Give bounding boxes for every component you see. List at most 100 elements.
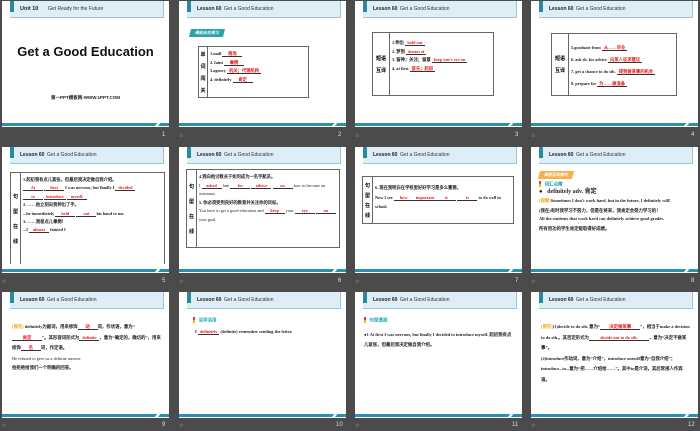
slide-thumbnail-6[interactable]: Lesson 60 Get a Good Education 句型在线 4.我向他…	[179, 147, 346, 273]
answer: hold out	[404, 40, 425, 46]
explanation-text: [探究] definitely为副词，用来修饰动词，作状语，意为“肯定 ”。其形容…	[12, 324, 161, 351]
slide-thumbnail-7[interactable]: Lesson 60 Get a Good Education 句型在线 6. 现在…	[355, 147, 522, 273]
slide-thumbnail-3[interactable]: Lesson 60 Get a Good Education 短语 互译 1.伸出 …	[355, 1, 522, 127]
side-label: 单	[200, 51, 206, 58]
star-transition-icon[interactable]: ☆	[2, 279, 6, 285]
footer-bar	[179, 414, 346, 417]
star-transition-icon[interactable]: ☆	[531, 279, 535, 285]
answer: important	[413, 194, 437, 201]
sentence-prompt: 1.起初我有点儿紧张，但最后我决定做自我介绍。	[23, 177, 117, 182]
example-translation: 所有用功的学生肯定能取得好成绩。	[539, 225, 610, 231]
star-transition-icon[interactable]: ☆	[179, 423, 183, 429]
sentence-prompt: 6. 现在我明白在学校里好好学习是多么重要。	[375, 185, 461, 190]
slide-thumbnail-1[interactable]: Unit 10 Get Ready for the Future Get a Go…	[2, 1, 169, 127]
slide-thumbnail-11[interactable]: Lesson 60 Get a Good Education 句型透视 ●1 At…	[355, 292, 522, 418]
table-row: 5.graduate from 从……毕业	[571, 45, 628, 51]
phrase-table: 短语 互译 5.graduate from 从……毕业 6. ask sb. fo…	[551, 33, 677, 96]
table-row: 1.mall 商场	[210, 50, 306, 59]
explanation-text: (2)introduce作动词，意为“介绍”，introduce oneself…	[541, 355, 683, 382]
slide-number: 3	[515, 132, 519, 138]
answer: dream of	[405, 48, 427, 55]
answer: it	[436, 195, 457, 201]
lesson-label: Lesson 60	[549, 6, 574, 12]
answer: 向某人征求建议	[608, 57, 643, 63]
slide-header: Lesson 60 Get a Good Education	[539, 292, 693, 309]
star-transition-icon[interactable]: ☆	[355, 133, 359, 139]
answer: keep	[264, 208, 285, 215]
answer: 动	[77, 324, 98, 330]
lesson-topic: Get a Good Education	[400, 152, 450, 158]
sentence-prompt: 3. ……我差点儿晕倒！	[23, 219, 66, 225]
star-transition-icon[interactable]: ☆	[531, 133, 535, 139]
example-sentence: He refused to give us a definite answer.	[12, 355, 82, 361]
lesson-topic: Get a Good Education	[224, 152, 274, 158]
footer-bar	[2, 123, 169, 126]
answer: on	[315, 208, 336, 215]
table-row: 3. 留神；关注；留意 keep one's eye on	[392, 57, 468, 63]
answer: 商场	[222, 51, 243, 57]
table-row: 1.伸出 hold out	[392, 39, 491, 48]
side-label: 在	[364, 202, 370, 209]
slide-thumbnail-8[interactable]: Lesson 60 Get a Good Education 课堂互动探究 词汇点…	[531, 147, 698, 273]
footer-bar	[179, 123, 346, 126]
table-row: 4. at first 首先；起初	[392, 65, 436, 72]
answer: to	[23, 194, 43, 200]
answer: introduce	[44, 193, 66, 200]
sentence-prompt: 4.我向他讨教关于如何成为一名宇航员。	[199, 174, 276, 179]
lesson-topic: Get a Good Education	[576, 152, 626, 158]
slide-title: Get a Good Education	[17, 44, 154, 59]
observe-tag: [观察]	[539, 198, 551, 204]
side-label: 线	[364, 212, 370, 219]
answer: At	[23, 185, 43, 192]
star-transition-icon[interactable]: ☆	[179, 133, 183, 139]
explanation-text: [探究](1)decide to do sth. 意为“ 决定做某事 ”，相当于ma…	[541, 324, 690, 350]
lesson-label: Lesson 60	[373, 6, 398, 12]
star-transition-icon[interactable]: ☆	[531, 423, 535, 429]
unit-label: Unit 10	[20, 6, 39, 12]
lesson-topic: Get a Good Education	[224, 297, 274, 303]
slide-header: Lesson 60 Get a Good Education	[539, 1, 693, 18]
star-transition-icon[interactable]: ☆	[355, 423, 359, 429]
side-label: 在	[12, 223, 18, 230]
table-row: 2. 梦到 dream of	[392, 48, 427, 55]
side-label: 线	[188, 228, 194, 235]
footer-bar	[531, 414, 698, 417]
footer-bar	[179, 269, 346, 272]
answer: 晕倒	[223, 60, 244, 66]
star-transition-icon[interactable]: ☆	[355, 279, 359, 285]
answer: how	[393, 195, 414, 201]
lesson-label: Lesson 60	[373, 152, 398, 158]
footer-bar	[355, 414, 522, 417]
sentence-analysis: ●1 At first I was nervous, but finally I…	[364, 331, 512, 347]
slide-header: Unit 10 Get Ready for the Future	[10, 1, 164, 18]
side-label: 闯	[200, 75, 206, 82]
star-transition-icon[interactable]: ☆	[179, 279, 183, 285]
slide-thumbnail-12[interactable]: Lesson 60 Get a Good Education [探究](1)dec…	[531, 292, 698, 418]
lesson-topic: Get a Good Education	[576, 6, 626, 12]
side-label: 句	[12, 193, 18, 200]
example-sentence: Sometimes I don't work hard, but in the …	[550, 198, 671, 204]
slide-number: 12	[688, 422, 695, 428]
answer: 名	[20, 345, 41, 351]
table-row: 3.agency 机关；代理机构	[210, 68, 262, 74]
explore-tag: [探究]	[12, 324, 24, 329]
slide-thumbnail-4[interactable]: Lesson 60 Get a Good Education 短语 互译 5.gra…	[531, 1, 698, 127]
slide-number: 4	[691, 132, 695, 138]
slide-number: 9	[162, 422, 166, 428]
star-transition-icon[interactable]: ☆	[2, 423, 6, 429]
slide-header: Lesson 60 Get a Good Education	[10, 292, 164, 309]
lesson-topic: Get a Good Education	[400, 297, 450, 303]
example-sentence: All the students that work hard can defi…	[539, 216, 665, 222]
side-label: 在	[188, 213, 194, 220]
bullet-icon: ●	[539, 188, 543, 195]
phrase-table: 短语 互译 1.伸出 hold out 2. 梦到 dream of 3. 留神；…	[372, 32, 494, 96]
slide-thumbnail-2[interactable]: Lesson 60 Get a Good Education 课前自主预习 单词闯…	[179, 1, 346, 127]
slide-thumbnail-9[interactable]: Lesson 60 Get a Good Education [探究] defin…	[2, 292, 169, 418]
lesson-label: Lesson 60	[373, 297, 398, 303]
answer: definitely	[197, 328, 220, 335]
exclamation-icon	[364, 317, 366, 323]
sentence-table: 句型在线 4.我向他讨教关于如何成为一名宇航员。 I asked him for…	[186, 169, 340, 248]
slide-header: Lesson 60 Get a Good Education	[187, 1, 341, 18]
slide-thumbnail-5[interactable]: Lesson 60 Get a Good Education 句型在线 1.起初我…	[2, 147, 169, 273]
slide-thumbnail-10[interactable]: Lesson 60 Get a Good Education 活学活用 I def…	[179, 292, 346, 418]
